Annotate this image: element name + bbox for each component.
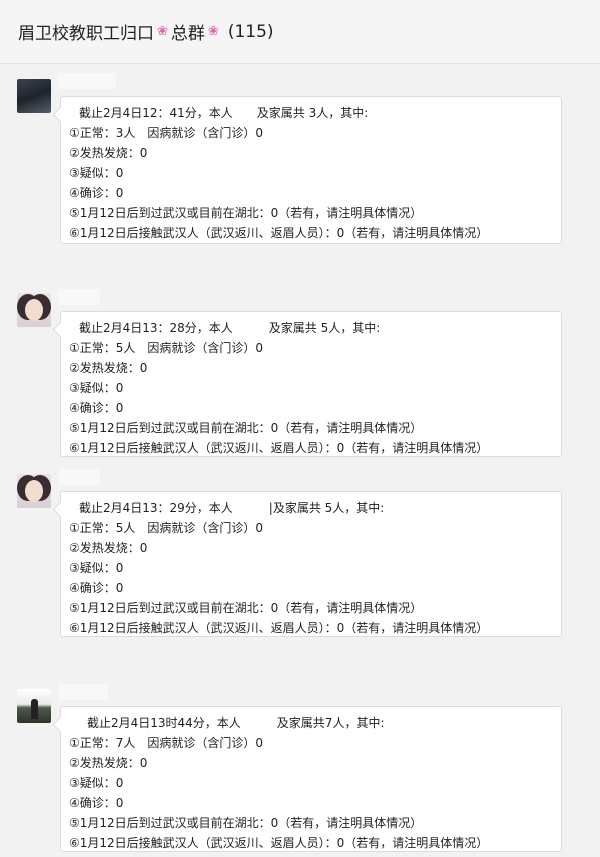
message-bubble[interactable]: 截止2月4日13：28分，本人 及家属共 5人，其中: ①正常：5人 因病就诊（…: [60, 311, 562, 457]
member-count: (115): [227, 21, 274, 42]
message-line: ②发热发烧：0: [69, 541, 148, 555]
sender-name-redacted: [58, 73, 116, 89]
message-line: ①正常：5人 因病就诊（含门诊）0: [69, 521, 264, 535]
message-line: ①正常：5人 因病就诊（含门诊）0: [69, 341, 264, 355]
message-line: ⑥1月12日后接触武汉人（武汉返川、返眉人员）：0（若有，请注明具体情况）: [69, 836, 489, 850]
message-line: ⑤1月12日后到过武汉或目前在湖北：0（若有，请注明具体情况）: [69, 206, 423, 220]
message-line: ⑤1月12日后到过武汉或目前在湖北：0（若有，请注明具体情况）: [69, 601, 423, 615]
sender-name-redacted: [58, 289, 100, 305]
message-line: 截止2月4日13：29分，本人 |及家属共 5人，其中:: [79, 501, 385, 515]
message-line: 截止2月4日13时44分，本人 及家属共7人，其中:: [87, 716, 385, 730]
flower-icon: ❀: [207, 24, 219, 39]
message-line: 截止2月4日13：28分，本人 及家属共 5人，其中:: [79, 321, 381, 335]
sender-name-redacted: [58, 684, 108, 700]
message-line: ①正常：3人 因病就诊（含门诊）0: [69, 126, 264, 140]
message-line: ④确诊：0: [69, 796, 124, 810]
group-title-suffix: 总群: [170, 24, 205, 44]
group-title: 眉卫校教职工归口: [18, 24, 154, 44]
flower-icon: ❀: [157, 24, 168, 39]
message-line: ②发热发烧：0: [69, 361, 148, 375]
message-line: ④确诊：0: [69, 401, 124, 415]
chat-header: 眉卫校教职工归口 ❀ 总群 ❀ (115): [0, 0, 600, 64]
girl-portrait-avatar-icon[interactable]: [17, 293, 51, 327]
message-bubble[interactable]: 截止2月4日13时44分，本人 及家属共7人，其中: ①正常：7人 因病就诊（含…: [60, 706, 562, 852]
message-bubble[interactable]: 截止2月4日13：29分，本人 |及家属共 5人，其中: ①正常：5人 因病就诊…: [60, 491, 562, 637]
message-line: ④确诊：0: [69, 186, 124, 200]
message-line: ⑥1月12日后接触武汉人（武汉返川、返眉人员）：0（若有，请注明具体情况）: [69, 441, 489, 455]
message-line: ③疑似：0: [69, 561, 124, 575]
girl-portrait-avatar-icon[interactable]: [17, 474, 51, 508]
night-city-avatar-icon[interactable]: [17, 79, 51, 113]
message-line: ③疑似：0: [69, 381, 124, 395]
landscape-figure-avatar-icon[interactable]: [17, 689, 51, 723]
message-line: ⑥1月12日后接触武汉人（武汉返川、返眉人员）：0（若有，请注明具体情况）: [69, 621, 489, 635]
sender-name-redacted: [58, 469, 100, 485]
message-line: 截止2月4日12：41分，本人 及家属共 3人，其中:: [79, 106, 369, 120]
message-line: ②发热发烧：0: [69, 146, 148, 160]
message-line: ②发热发烧：0: [69, 756, 148, 770]
message-line: ⑥1月12日后接触武汉人（武汉返川、返眉人员）：0（若有，请注明具体情况）: [69, 226, 489, 240]
message-line: ③疑似：0: [69, 166, 124, 180]
message-line: ⑤1月12日后到过武汉或目前在湖北：0（若有，请注明具体情况）: [69, 816, 423, 830]
message-line: ⑤1月12日后到过武汉或目前在湖北：0（若有，请注明具体情况）: [69, 421, 423, 435]
message-line: ③疑似：0: [69, 776, 124, 790]
message-line: ④确诊：0: [69, 581, 124, 595]
message-line: ①正常：7人 因病就诊（含门诊）0: [69, 736, 264, 750]
message-bubble[interactable]: 截止2月4日12：41分，本人 及家属共 3人，其中: ①正常：3人 因病就诊（…: [60, 96, 562, 244]
